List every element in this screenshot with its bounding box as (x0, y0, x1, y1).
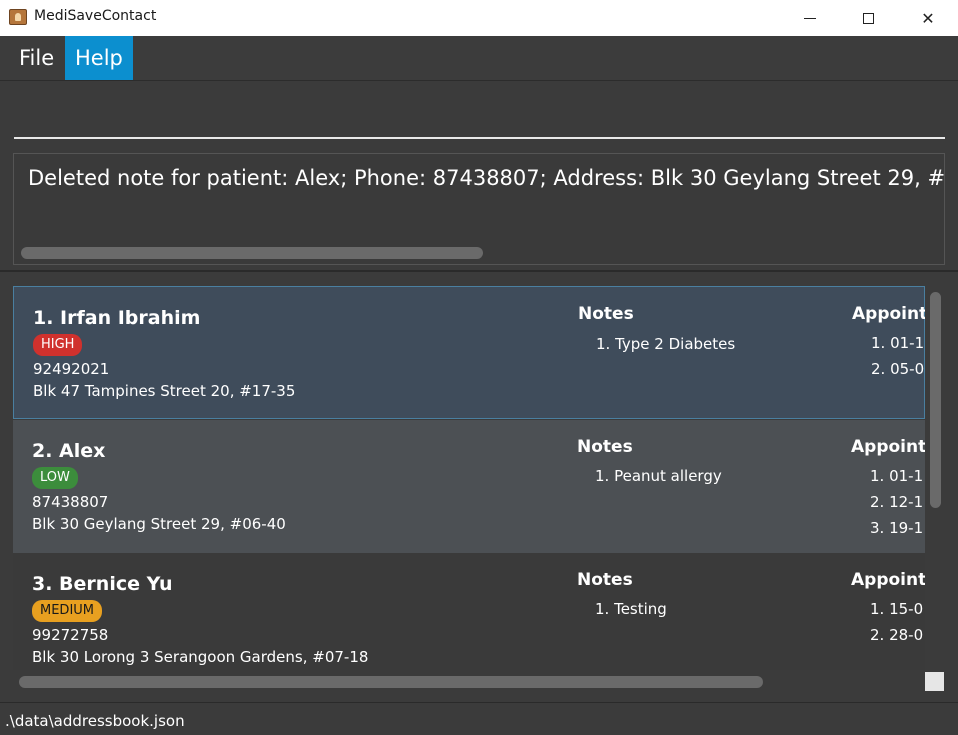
list-horizontal-scrollbar[interactable] (19, 676, 763, 688)
maximize-button[interactable] (839, 0, 897, 36)
appointment-item: 2. 05-0 (871, 360, 925, 378)
result-horizontal-scrollbar[interactable] (21, 247, 483, 259)
file-path: .\data\addressbook.json (5, 712, 185, 730)
notes-header: Notes (578, 304, 634, 324)
person-name: 2. Alex (32, 440, 106, 462)
person-card[interactable]: 2. Alex LOW 87438807 Blk 30 Geylang Stre… (13, 420, 925, 553)
appointments-header: Appointr (851, 570, 925, 590)
person-phone: 92492021 (33, 360, 110, 378)
status-bar: .\data\addressbook.json (0, 702, 958, 735)
person-address: Blk 30 Geylang Street 29, #06-40 (32, 515, 286, 533)
appointment-item: 2. 28-0 (870, 626, 924, 644)
appointments-header: Appointr (852, 304, 925, 324)
close-icon: ✕ (921, 8, 935, 28)
appointment-item: 1. 15-0 (870, 600, 924, 618)
appointment-item: 1. 01-1 (871, 334, 925, 352)
close-button[interactable]: ✕ (898, 0, 958, 36)
priority-tag: HIGH (33, 334, 83, 356)
note-item: 1. Peanut allergy (595, 467, 722, 485)
notes-header: Notes (577, 437, 633, 457)
minimize-icon (804, 17, 816, 19)
priority-tag: LOW (32, 467, 78, 489)
minimize-button[interactable] (781, 0, 839, 36)
person-phone: 99272758 (32, 626, 109, 644)
appointments-header: Appointr (851, 437, 925, 457)
notes-header: Notes (577, 570, 633, 590)
person-card[interactable]: 1. Irfan Ibrahim HIGH 92492021 Blk 47 Ta… (13, 286, 925, 419)
window-title: MediSaveContact (34, 8, 157, 24)
appointment-item: 1. 01-1 (870, 467, 924, 485)
list-vertical-scrollbar[interactable] (930, 292, 941, 508)
menu-help[interactable]: Help (65, 36, 133, 80)
note-item: 1. Type 2 Diabetes (596, 335, 736, 353)
appointment-item: 2. 12-1 (870, 493, 924, 511)
title-bar: MediSaveContact ✕ (0, 0, 958, 36)
person-name: 1. Irfan Ibrahim (33, 307, 201, 329)
person-card[interactable]: 3. Bernice Yu MEDIUM 99272758 Blk 30 Lor… (13, 553, 925, 670)
command-input[interactable] (14, 87, 945, 139)
person-list-panel: 1. Irfan Ibrahim HIGH 92492021 Blk 47 Ta… (0, 270, 958, 702)
app-icon (9, 9, 27, 25)
note-item: 1. Testing (595, 600, 667, 618)
maximize-icon (862, 12, 874, 24)
result-text-area[interactable]: Deleted note for patient: Alex; Phone: 8… (13, 153, 945, 265)
person-address: Blk 47 Tampines Street 20, #17-35 (33, 382, 296, 400)
menu-bar: File Help (0, 36, 958, 80)
person-phone: 87438807 (32, 493, 109, 511)
appointment-item: 3. 19-1 (870, 519, 924, 537)
menu-file[interactable]: File (9, 36, 64, 80)
person-address: Blk 30 Lorong 3 Serangoon Gardens, #07-1… (32, 648, 369, 666)
result-message: Deleted note for patient: Alex; Phone: 8… (28, 166, 945, 190)
command-box (0, 80, 958, 146)
person-name: 3. Bernice Yu (32, 573, 173, 595)
person-list: 1. Irfan Ibrahim HIGH 92492021 Blk 47 Ta… (13, 286, 925, 670)
result-display: Deleted note for patient: Alex; Phone: 8… (0, 146, 958, 270)
scroll-corner (925, 672, 944, 691)
priority-tag: MEDIUM (32, 600, 103, 622)
